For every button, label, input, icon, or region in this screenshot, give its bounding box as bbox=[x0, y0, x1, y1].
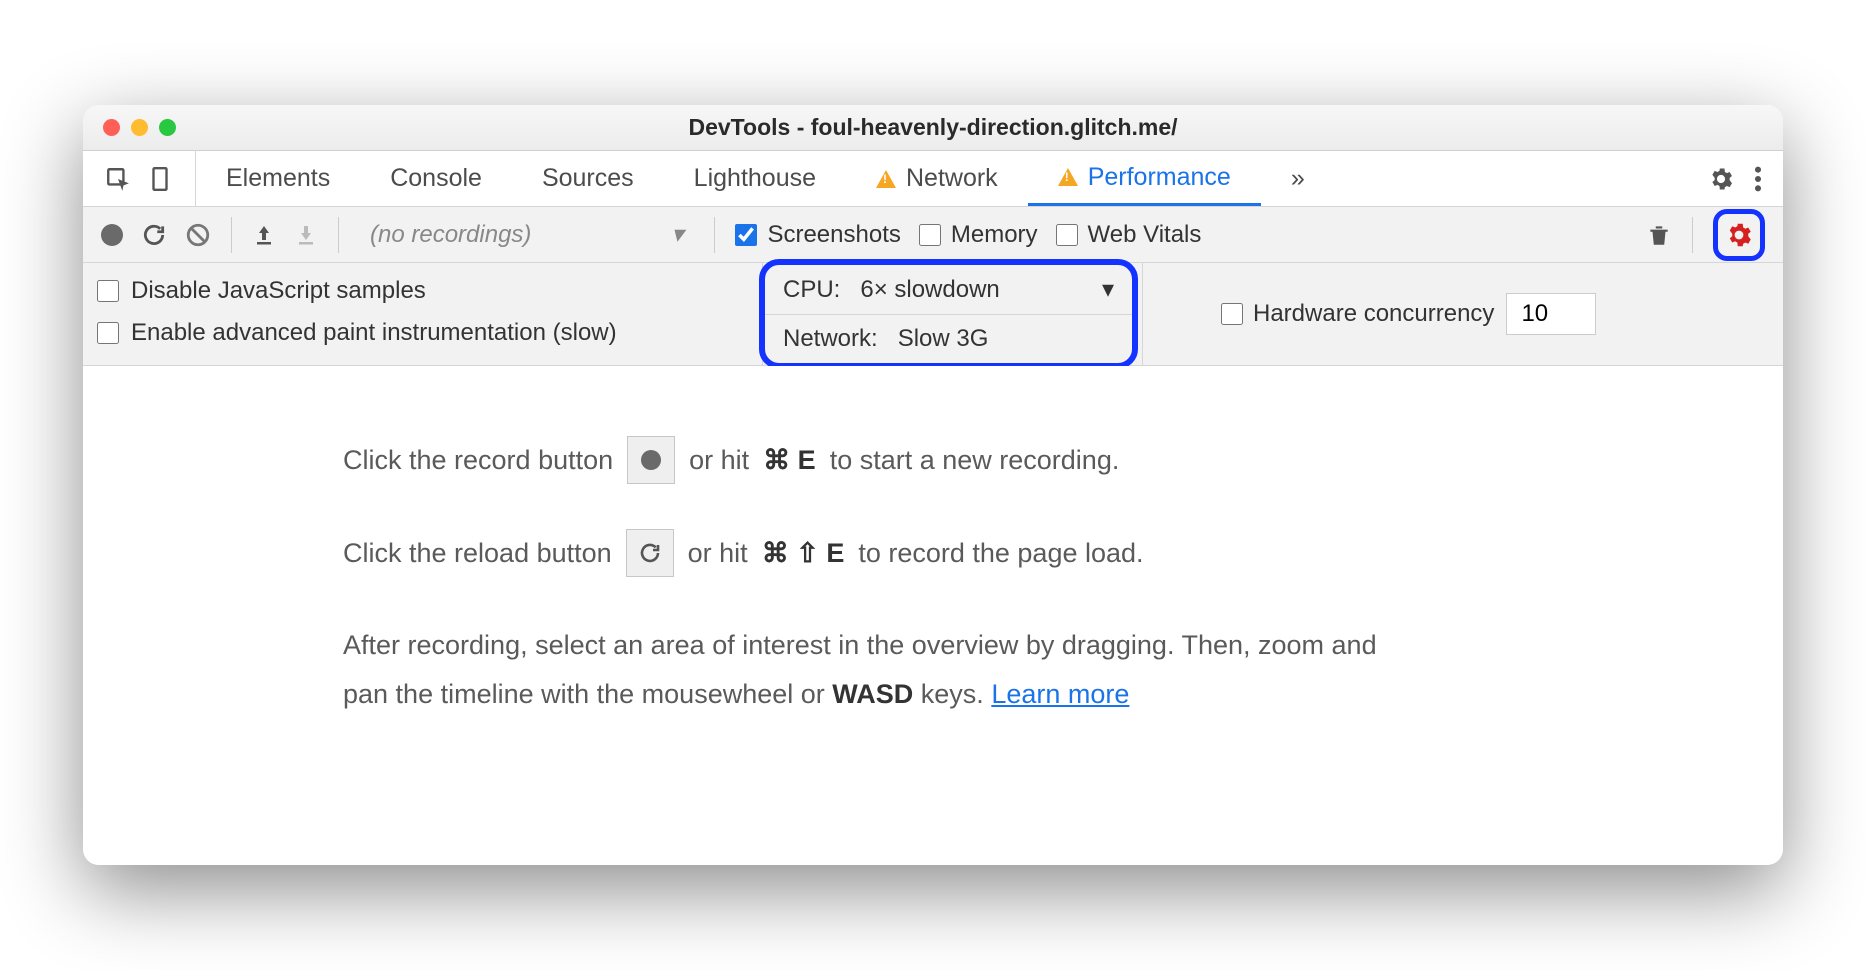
advanced-paint-checkbox[interactable]: Enable advanced paint instrumentation (s… bbox=[97, 319, 617, 347]
hint-text: or hit bbox=[688, 529, 748, 578]
tab-console[interactable]: Console bbox=[360, 151, 512, 206]
hardware-concurrency-checkbox[interactable]: Hardware concurrency bbox=[1221, 300, 1494, 328]
performance-toolbar: (no recordings) ▾ Screenshots Memory Web… bbox=[83, 207, 1783, 263]
network-throttle-select[interactable]: Network: Slow 3G bbox=[765, 314, 1132, 363]
recordings-label: (no recordings) bbox=[370, 221, 531, 249]
devtools-settings-icon[interactable] bbox=[1707, 165, 1735, 193]
webvitals-input[interactable] bbox=[1056, 224, 1078, 246]
load-profile-icon[interactable] bbox=[252, 223, 276, 247]
cpu-value: 6× slowdown bbox=[854, 276, 1088, 304]
kebab-menu-icon[interactable] bbox=[1753, 165, 1763, 193]
shortcut-key: ⌘ ⇧ E bbox=[762, 529, 845, 578]
reload-icon bbox=[638, 541, 662, 565]
window-controls bbox=[103, 119, 176, 136]
hint-text: or hit bbox=[689, 436, 749, 485]
webvitals-checkbox[interactable]: Web Vitals bbox=[1056, 221, 1202, 249]
reload-button[interactable] bbox=[141, 222, 167, 248]
record-button[interactable] bbox=[101, 224, 123, 246]
hint-text: keys. bbox=[913, 679, 991, 709]
tab-lighthouse[interactable]: Lighthouse bbox=[664, 151, 846, 206]
record-button-hint[interactable] bbox=[627, 436, 675, 484]
hint-text: to start a new recording. bbox=[830, 436, 1120, 485]
separator bbox=[338, 217, 339, 253]
minimize-window-icon[interactable] bbox=[131, 119, 148, 136]
cpu-throttle-select[interactable]: CPU: 6× slowdown ▾ bbox=[765, 265, 1132, 314]
shortcut-key: ⌘ E bbox=[763, 436, 816, 485]
network-value: Slow 3G bbox=[892, 325, 1114, 353]
close-window-icon[interactable] bbox=[103, 119, 120, 136]
network-label: Network: bbox=[783, 325, 878, 353]
tab-elements[interactable]: Elements bbox=[196, 151, 360, 206]
devtools-window: DevTools - foul-heavenly-direction.glitc… bbox=[83, 105, 1783, 865]
reload-button-hint[interactable] bbox=[626, 529, 674, 577]
warning-icon bbox=[1058, 168, 1078, 186]
hint-text: WASD bbox=[832, 679, 913, 709]
separator bbox=[714, 217, 715, 253]
window-title: DevTools - foul-heavenly-direction.glitc… bbox=[83, 114, 1783, 141]
recordings-dropdown[interactable]: (no recordings) ▾ bbox=[359, 219, 694, 250]
memory-checkbox[interactable]: Memory bbox=[919, 221, 1038, 249]
hint-text: Click the record button bbox=[343, 436, 613, 485]
advanced-paint-input[interactable] bbox=[97, 322, 119, 344]
capture-settings-button[interactable] bbox=[1713, 209, 1765, 261]
zoom-window-icon[interactable] bbox=[159, 119, 176, 136]
separator bbox=[1692, 217, 1693, 253]
separator bbox=[231, 217, 232, 253]
device-toolbar-icon[interactable] bbox=[147, 166, 173, 192]
disable-js-samples-checkbox[interactable]: Disable JavaScript samples bbox=[97, 277, 426, 305]
delete-icon[interactable] bbox=[1646, 221, 1672, 249]
memory-input[interactable] bbox=[919, 224, 941, 246]
inspect-element-icon[interactable] bbox=[105, 166, 131, 192]
clear-button[interactable] bbox=[185, 222, 211, 248]
tab-network[interactable]: Network bbox=[846, 151, 1028, 206]
gear-icon bbox=[1724, 220, 1754, 250]
chevron-down-icon: ▾ bbox=[1102, 275, 1114, 304]
titlebar: DevTools - foul-heavenly-direction.glitc… bbox=[83, 105, 1783, 151]
disable-js-input[interactable] bbox=[97, 280, 119, 302]
performance-empty-state: Click the record button or hit ⌘ E to st… bbox=[83, 366, 1783, 865]
tab-sources[interactable]: Sources bbox=[512, 151, 664, 206]
chevron-down-icon: ▾ bbox=[671, 220, 683, 249]
hardware-concurrency-input[interactable] bbox=[1506, 293, 1596, 335]
capture-settings-panel: Disable JavaScript samples Enable advanc… bbox=[83, 263, 1783, 366]
screenshots-checkbox[interactable]: Screenshots bbox=[735, 221, 900, 249]
screenshots-input[interactable] bbox=[735, 224, 757, 246]
hw-input[interactable] bbox=[1221, 303, 1243, 325]
learn-more-link[interactable]: Learn more bbox=[991, 679, 1129, 709]
tabs-overflow[interactable]: » bbox=[1261, 151, 1335, 206]
devtools-tabs: Elements Console Sources Lighthouse Netw… bbox=[83, 151, 1783, 207]
hint-text: Click the reload button bbox=[343, 529, 612, 578]
tab-performance[interactable]: Performance bbox=[1028, 151, 1261, 206]
warning-icon bbox=[876, 170, 896, 188]
hint-text: to record the page load. bbox=[858, 529, 1143, 578]
save-profile-icon bbox=[294, 223, 318, 247]
cpu-label: CPU: bbox=[783, 276, 840, 304]
